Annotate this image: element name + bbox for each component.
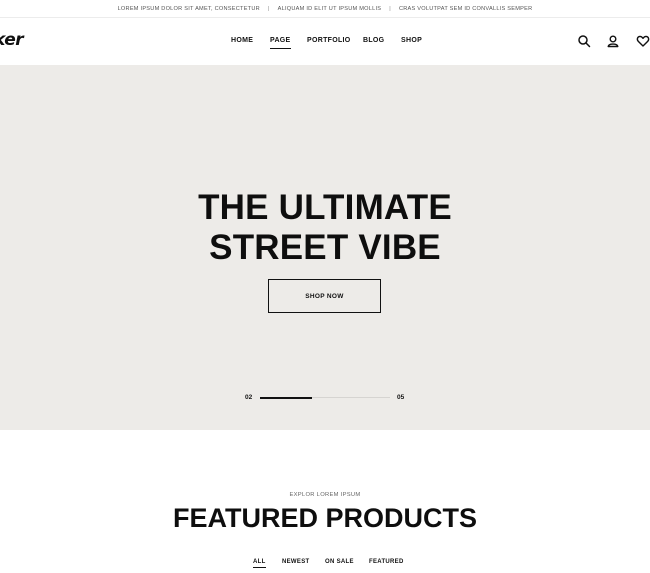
filter-on-sale[interactable]: ON SALE bbox=[325, 559, 354, 565]
nav-home[interactable]: HOME bbox=[231, 37, 253, 44]
heart-icon[interactable] bbox=[636, 34, 650, 48]
announcement-3: CRAS VOLUTPAT SEM ID CONVALLIS SEMPER bbox=[398, 5, 533, 12]
announcement-separator: | bbox=[389, 5, 391, 12]
nav-shop[interactable]: SHOP bbox=[401, 37, 422, 44]
slide-total-number: 05 bbox=[397, 394, 405, 401]
nav-page[interactable]: PAGE bbox=[270, 37, 291, 49]
featured-title: FEATURED PRODUCTS bbox=[172, 503, 477, 533]
user-icon[interactable] bbox=[606, 34, 620, 48]
featured-kicker: EXPLOR LOREM IPSUM bbox=[289, 492, 361, 498]
slide-progress-track[interactable] bbox=[260, 396, 390, 399]
filter-newest[interactable]: NEWEST bbox=[282, 559, 309, 565]
search-icon[interactable] bbox=[577, 34, 591, 48]
main-nav: HOME PAGE PORTFOLIO BLOG SHOP bbox=[0, 18, 650, 65]
hero-title-line-1: THE ULTIMATE bbox=[198, 188, 452, 227]
hero-title-line-2: STREET VIBE bbox=[209, 228, 441, 267]
hero-slider: THE ULTIMATE STREET VIBE SHOP NOW 02 05 bbox=[0, 65, 650, 430]
announcement-1: LOREM IPSUM DOLOR SIT AMET, CONSECTETUR bbox=[117, 5, 260, 12]
filter-featured[interactable]: FEATURED bbox=[369, 559, 404, 565]
announcement-separator: | bbox=[267, 5, 270, 12]
slide-progress-fill bbox=[260, 396, 312, 399]
filter-all[interactable]: ALL bbox=[253, 559, 266, 568]
announcement-2: ALIQUAM ID ELIT UT IPSUM MOLLIS bbox=[277, 5, 382, 12]
nav-portfolio[interactable]: PORTFOLIO bbox=[307, 37, 351, 44]
announcement-bar: LOREM IPSUM DOLOR SIT AMET, CONSECTETUR … bbox=[0, 0, 650, 18]
site-header: ker HOME PAGE PORTFOLIO BLOG SHOP bbox=[0, 18, 650, 65]
shop-now-button[interactable]: SHOP NOW bbox=[268, 279, 381, 313]
hero-title: THE ULTIMATE STREET VIBE bbox=[0, 188, 650, 268]
slide-current-number: 02 bbox=[245, 394, 253, 401]
nav-blog[interactable]: BLOG bbox=[363, 37, 384, 44]
